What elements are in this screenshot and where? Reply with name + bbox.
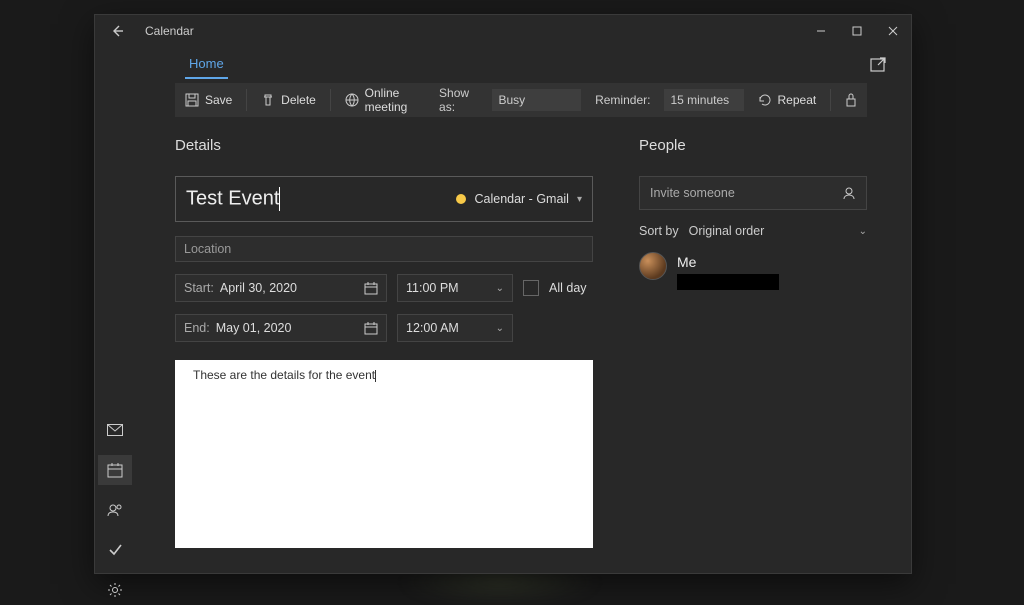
sort-by-label: Sort by <box>639 224 679 238</box>
details-heading: Details <box>175 137 593 154</box>
online-meeting-button[interactable]: Online meeting <box>345 86 425 114</box>
repeat-icon <box>758 93 772 107</box>
delete-button[interactable]: Delete <box>261 93 316 107</box>
reminder-label: Reminder: <box>595 93 650 107</box>
attendee-email-redacted <box>677 274 779 290</box>
nav-people-icon[interactable] <box>98 495 132 525</box>
lock-icon <box>845 93 857 107</box>
text-cursor <box>279 187 280 211</box>
trash-icon <box>261 93 275 107</box>
calendar-icon <box>364 281 378 295</box>
avatar <box>639 252 667 280</box>
save-icon <box>185 93 199 107</box>
start-time-select[interactable]: 11:00 PM ⌄ <box>397 274 513 302</box>
start-date-input[interactable]: Start: April 30, 2020 <box>175 274 387 302</box>
event-title-row: Test Event Calendar - Gmail ▾ <box>175 176 593 222</box>
sort-by-select[interactable]: Original order <box>689 224 765 238</box>
private-button[interactable] <box>845 93 857 107</box>
chevron-down-icon: ⌄ <box>496 283 504 294</box>
people-heading: People <box>639 137 867 154</box>
nav-calendar-icon[interactable] <box>98 455 132 485</box>
invite-input[interactable]: Invite someone <box>639 176 867 210</box>
all-day-checkbox[interactable] <box>523 280 539 296</box>
chevron-down-icon[interactable]: ▾ <box>577 194 582 205</box>
chevron-down-icon: ⌄ <box>496 323 504 334</box>
divider <box>246 89 247 111</box>
nav-todo-icon[interactable] <box>98 535 132 565</box>
close-button[interactable] <box>875 15 911 47</box>
show-as-label: Show as: <box>439 86 478 114</box>
divider <box>830 89 831 111</box>
tab-home[interactable]: Home <box>185 56 228 79</box>
calendar-select-label[interactable]: Calendar - Gmail <box>474 192 568 206</box>
repeat-button[interactable]: Repeat <box>758 93 817 107</box>
calendar-color-dot <box>456 194 466 204</box>
nav-settings-icon[interactable] <box>98 575 132 605</box>
event-title-input[interactable]: Test Event <box>186 187 448 211</box>
minimize-button[interactable] <box>803 15 839 47</box>
attendee-name: Me <box>677 254 779 270</box>
chevron-down-icon[interactable]: ⌄ <box>859 226 867 237</box>
location-input[interactable]: Location <box>175 236 593 262</box>
back-button[interactable] <box>107 21 127 41</box>
app-title: Calendar <box>145 24 194 38</box>
open-window-icon[interactable] <box>869 56 887 77</box>
divider <box>330 89 331 111</box>
text-cursor <box>375 370 376 382</box>
description-input[interactable]: These are the details for the event <box>175 360 593 548</box>
attendee-me: Me <box>639 252 867 290</box>
end-time-select[interactable]: 12:00 AM ⌄ <box>397 314 513 342</box>
maximize-button[interactable] <box>839 15 875 47</box>
toolbar: Save Delete Online meeting Show as: Busy… <box>175 83 867 117</box>
calendar-icon <box>364 321 378 335</box>
end-date-input[interactable]: End: May 01, 2020 <box>175 314 387 342</box>
show-as-select[interactable]: Busy <box>492 89 581 111</box>
save-button[interactable]: Save <box>185 93 232 107</box>
all-day-label: All day <box>549 281 587 295</box>
reminder-select[interactable]: 15 minutes <box>664 89 743 111</box>
nav-mail-icon[interactable] <box>98 415 132 445</box>
globe-icon <box>345 93 359 107</box>
person-icon <box>842 186 856 200</box>
